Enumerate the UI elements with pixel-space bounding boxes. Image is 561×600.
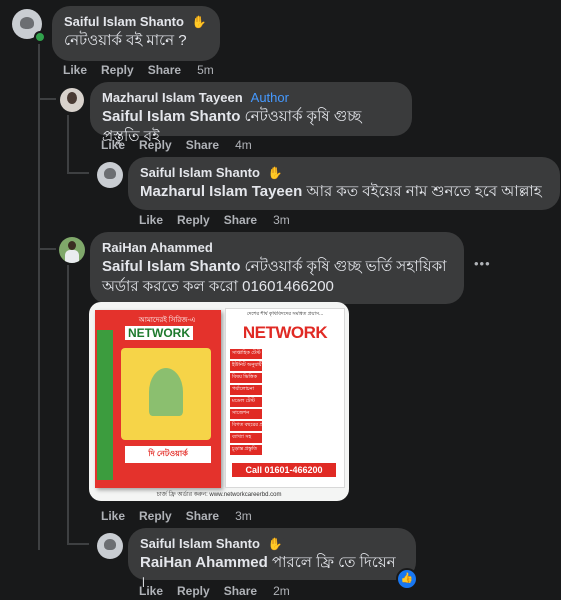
book-header: আমাদেরই সিরিজ-এ — [138, 317, 196, 324]
thread-branch — [67, 172, 89, 174]
comment-actions: Like Reply Share 3m — [101, 509, 266, 523]
avatar[interactable] — [97, 533, 123, 559]
like-button[interactable]: Like — [139, 584, 163, 598]
avatar[interactable] — [60, 88, 84, 112]
thread-branch — [67, 543, 89, 545]
commenter-name[interactable]: Mazharul Islam Tayeen — [102, 90, 243, 105]
comment-bubble: Saiful Islam Shanto ✋ RaiHan Ahammed পারল… — [128, 528, 416, 591]
comment-actions: Like Reply Share 3m — [139, 213, 304, 227]
book-cover: আমাদেরই সিরিজ-এ NETWORK দি নেটওয়ার্ক — [95, 310, 221, 488]
wave-icon[interactable]: ✋ — [265, 535, 284, 552]
avatar-face — [68, 241, 76, 250]
thread-line — [67, 115, 69, 173]
thread-line — [38, 44, 40, 550]
comment-body: নেটওয়ার্ক কৃষি গুচ্ছ ভর্তি সহায়িকা — [240, 258, 447, 275]
like-button[interactable]: Like — [139, 213, 163, 227]
comment-bubble: Saiful Islam Shanto ✋ নেটওয়ার্ক বই মানে … — [52, 6, 220, 61]
ad-list-item: চূড়ান্ত প্রস্তুতি — [230, 445, 262, 455]
comment-actions: Like Reply Share 5m — [63, 63, 228, 77]
commenter-name[interactable]: RaiHan Ahammed — [102, 240, 213, 255]
ad-call: Call 01601-466200 — [232, 463, 336, 477]
like-button[interactable]: Like — [63, 63, 87, 77]
mention[interactable]: Mazharul Islam Tayeen — [140, 183, 302, 200]
avatar-face — [104, 168, 116, 179]
ad-list-item: পর্যালোচনা — [230, 385, 262, 395]
commenter-name[interactable]: Saiful Islam Shanto — [140, 165, 260, 180]
avatar-body — [65, 250, 79, 263]
avatar[interactable] — [97, 162, 123, 188]
ad-footer: চার্জ ফ্রি অর্ডার করুন: www.networkcaree… — [156, 492, 282, 498]
reply-button[interactable]: Reply — [177, 584, 210, 598]
ad-list-item: বিষয় ভিত্তিক — [230, 373, 262, 383]
comment-text: Mazharul Islam Tayeen আর কত বইয়ের নাম শ… — [140, 182, 548, 202]
ad-list-item: সাপ্তাহিক টেস্ট — [230, 349, 262, 359]
book-art-center — [149, 368, 183, 416]
timestamp[interactable]: 2m — [273, 584, 290, 598]
ad-list-item: মডেল টেস্ট — [230, 397, 262, 407]
wave-icon[interactable]: ✋ — [189, 13, 208, 30]
attached-image[interactable]: আমাদেরই সিরিজ-এ NETWORK দি নেটওয়ার্ক দে… — [89, 302, 349, 501]
like-button[interactable]: Like — [101, 509, 125, 523]
comment-bubble: RaiHan Ahammed Saiful Islam Shanto নেটওয… — [90, 232, 464, 304]
book-publisher: দি নেটওয়ার্ক — [125, 446, 211, 463]
more-options-icon[interactable]: ••• — [474, 256, 491, 271]
share-button[interactable]: Share — [186, 509, 219, 523]
share-button[interactable]: Share — [224, 584, 257, 598]
ad-list-item: বিগত বছরের প্রশ্ন — [230, 421, 262, 431]
ad-list: সাপ্তাহিক টেস্ট ইউনিট অনুযায়ী বিষয় ভিত… — [230, 349, 340, 455]
ad-tagline: দেশের শীর্ষ কৃষিবিদদের সমন্বিত প্রয়াস..… — [246, 311, 324, 317]
ad-brand: NETWORK — [242, 323, 328, 342]
online-dot — [34, 31, 46, 43]
avatar-face — [67, 92, 77, 104]
book-spine-text — [97, 330, 113, 480]
timestamp[interactable]: 4m — [235, 138, 252, 152]
comment-bubble: Mazharul Islam Tayeen Author Saiful Islam… — [90, 82, 412, 145]
thread-line — [67, 265, 69, 544]
comment-text: নেটওয়ার্ক বই মানে ? — [64, 32, 187, 49]
ad-list-item: ইউনিট অনুযায়ী — [230, 361, 262, 371]
author-badge: Author — [250, 90, 289, 105]
thread-branch — [38, 98, 56, 100]
ad-list-item: সাজেশন — [230, 409, 262, 419]
like-reaction-icon[interactable]: 👍 — [396, 568, 418, 590]
like-button[interactable]: Like — [101, 138, 125, 152]
share-button[interactable]: Share — [186, 138, 219, 152]
avatar-face — [104, 539, 116, 550]
avatar-face — [20, 17, 34, 29]
book-art — [121, 348, 211, 440]
timestamp[interactable]: 5m — [197, 63, 214, 77]
comment-text: Saiful Islam Shanto নেটওয়ার্ক কৃষি গুচ্… — [102, 257, 452, 277]
commenter-name[interactable]: Saiful Islam Shanto — [64, 14, 184, 29]
timestamp[interactable]: 3m — [273, 213, 290, 227]
mention[interactable]: Saiful Islam Shanto — [102, 108, 240, 125]
avatar[interactable] — [59, 237, 85, 263]
comment-text-line2: অর্ডার করতে কল করো 01601466200 — [102, 278, 334, 295]
reply-button[interactable]: Reply — [139, 509, 172, 523]
book-title: NETWORK — [125, 326, 193, 340]
thread-branch — [38, 248, 56, 250]
ad-panel: দেশের শীর্ষ কৃষিবিদদের সমন্বিত প্রয়াস..… — [225, 308, 345, 488]
comment-bubble: Saiful Islam Shanto ✋ Mazharul Islam Taye… — [128, 157, 560, 210]
timestamp[interactable]: 3m — [235, 509, 252, 523]
comment-actions: Like Reply Share 2m — [139, 584, 304, 598]
reply-button[interactable]: Reply — [177, 213, 210, 227]
ad-list-item: ব্যাখ্যা সহ — [230, 433, 262, 443]
share-button[interactable]: Share — [148, 63, 181, 77]
comment-actions: Like Reply Share 4m — [101, 138, 266, 152]
mention[interactable]: RaiHan Ahammed — [140, 554, 268, 571]
wave-icon[interactable]: ✋ — [265, 164, 284, 181]
share-button[interactable]: Share — [224, 213, 257, 227]
comment-body: আর কত বইয়ের নাম শুনতে হবে আল্লাহ — [302, 183, 542, 200]
reply-button[interactable]: Reply — [101, 63, 134, 77]
reply-button[interactable]: Reply — [139, 138, 172, 152]
mention[interactable]: Saiful Islam Shanto — [102, 258, 240, 275]
commenter-name[interactable]: Saiful Islam Shanto — [140, 536, 260, 551]
